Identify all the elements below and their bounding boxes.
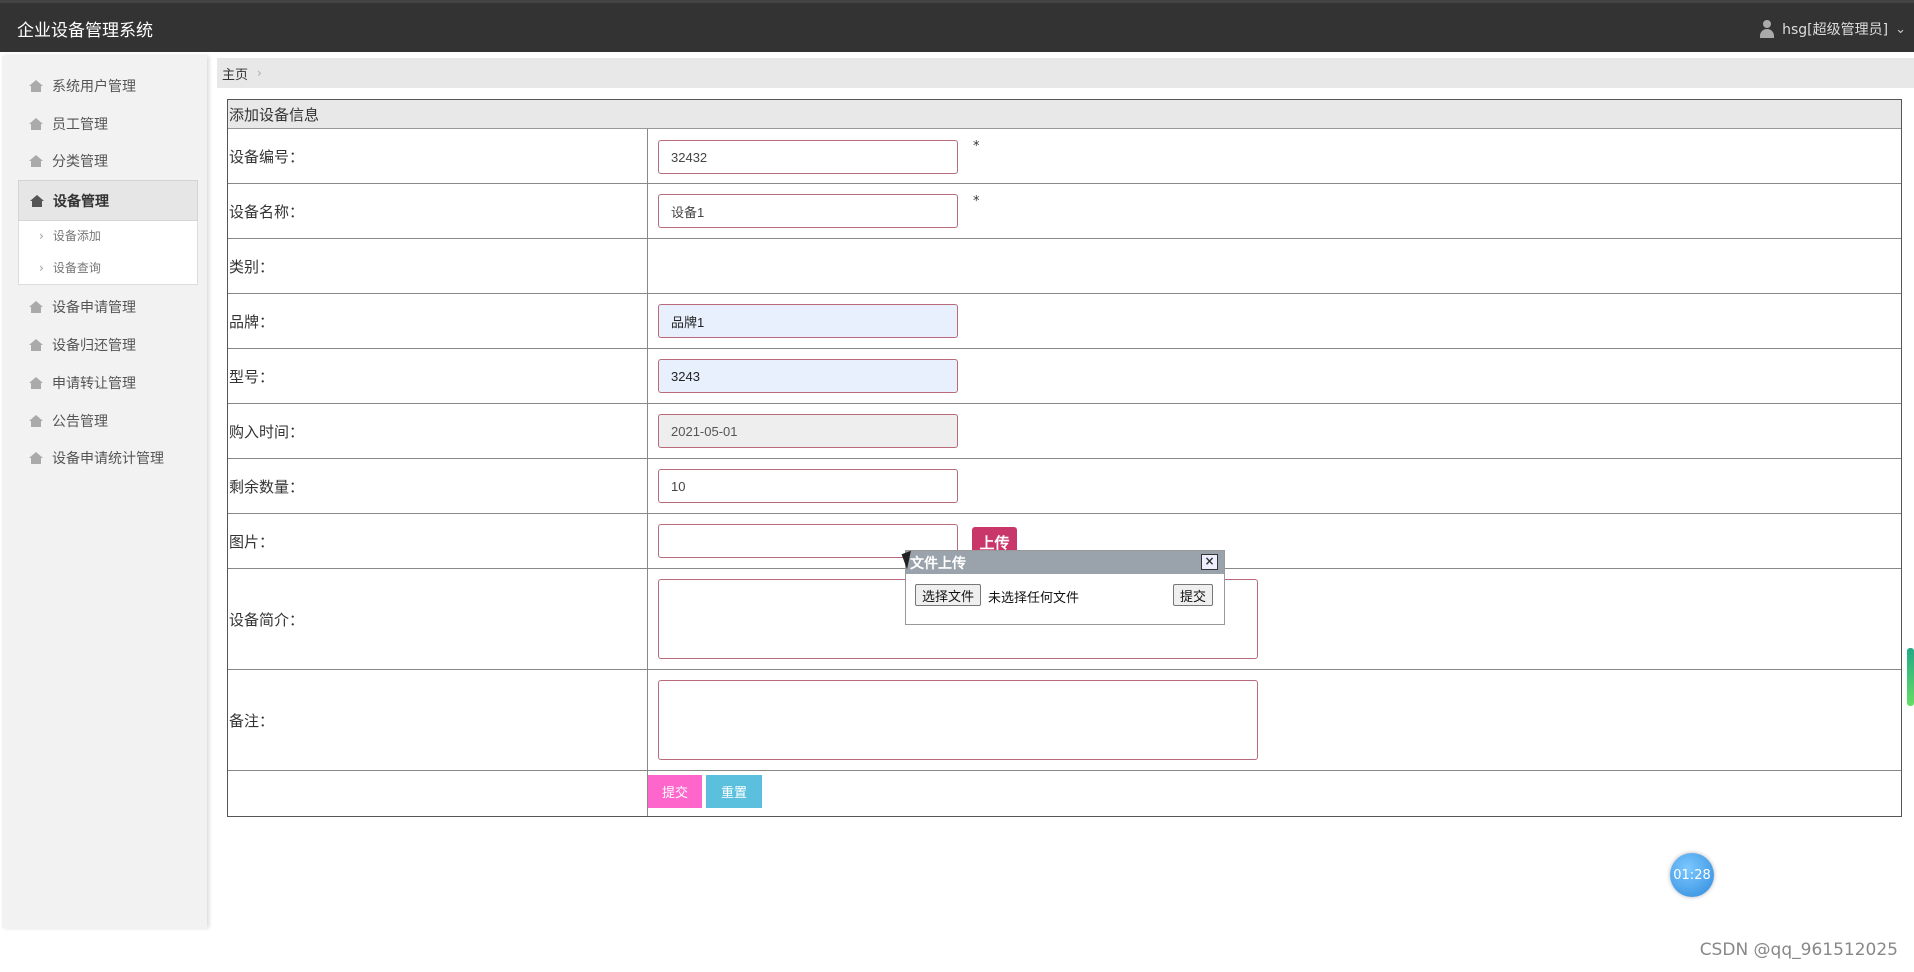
sidebar-item-label: 申请转让管理 <box>52 376 136 392</box>
dialog-submit-button[interactable]: 提交 <box>1173 584 1214 606</box>
form-row-brand: 品牌： <box>228 294 1901 349</box>
form-row-remark: 备注： <box>228 670 1901 771</box>
home-icon <box>29 415 43 427</box>
home-icon <box>30 194 44 207</box>
home-icon <box>29 339 43 351</box>
user-icon <box>1759 20 1775 38</box>
device-name-input[interactable] <box>658 194 958 228</box>
brand-input[interactable] <box>658 304 958 338</box>
submit-button[interactable]: 提交 <box>648 775 702 808</box>
device-no-input[interactable] <box>658 140 958 174</box>
field-label: 类别： <box>228 239 648 293</box>
chevron-right-icon: › <box>39 228 44 243</box>
devices-submenu: › 设备添加 › 设备查询 <box>18 221 198 285</box>
home-icon <box>29 80 43 92</box>
reset-button[interactable]: 重置 <box>706 775 762 808</box>
sidebar-item-system-users[interactable]: 系统用户管理 <box>18 68 198 104</box>
dialog-title-bar[interactable]: 文件上传 × <box>906 551 1224 574</box>
home-icon <box>29 155 43 167</box>
scrollbar[interactable] <box>1907 648 1914 706</box>
submenu-item-add-device[interactable]: › 设备添加 <box>39 227 101 244</box>
remaining-quantity-input[interactable] <box>658 469 958 503</box>
sidebar-item-label: 设备申请统计管理 <box>52 451 164 467</box>
sidebar-item-announcements[interactable]: 公告管理 <box>18 403 198 439</box>
sidebar-item-devices[interactable]: 设备管理 <box>18 180 198 221</box>
field-label: 设备简介： <box>228 569 648 669</box>
chevron-down-icon: ⌄ <box>1895 21 1906 37</box>
sidebar-item-label: 公告管理 <box>52 414 108 430</box>
sidebar-item-label: 员工管理 <box>52 117 108 133</box>
sidebar-item-label: 设备归还管理 <box>52 338 136 354</box>
sidebar-item-transfer-requests[interactable]: 申请转让管理 <box>18 365 198 401</box>
submenu-item-query-device[interactable]: › 设备查询 <box>39 259 101 276</box>
field-label: 品牌： <box>228 294 648 348</box>
sidebar-item-device-returns[interactable]: 设备归还管理 <box>18 327 198 363</box>
model-input[interactable] <box>658 359 958 393</box>
breadcrumb-home[interactable]: 主页 <box>222 64 248 83</box>
top-bar: 企业设备管理系统 hsg[超级管理员] ⌄ <box>0 0 1914 52</box>
home-icon <box>29 377 43 389</box>
submenu-item-label: 设备添加 <box>52 229 101 243</box>
form-row-remaining: 剩余数量： <box>228 459 1901 514</box>
field-label: 备注： <box>228 670 648 770</box>
field-label: 剩余数量： <box>228 459 648 513</box>
form-row-category: 类别： <box>228 239 1901 294</box>
purchase-date-input[interactable] <box>658 414 958 448</box>
app-title: 企业设备管理系统 <box>17 21 153 41</box>
field-label: 设备名称： <box>228 184 648 238</box>
sidebar-item-label: 分类管理 <box>52 154 108 170</box>
recording-timer[interactable]: 01:28 <box>1670 853 1714 897</box>
home-icon <box>29 118 43 130</box>
form-title: 添加设备信息 <box>228 100 1901 129</box>
field-label: 设备编号： <box>228 129 648 183</box>
watermark: CSDN @qq_961512025 <box>1699 940 1898 960</box>
sidebar-item-employees[interactable]: 员工管理 <box>18 106 198 142</box>
sidebar: 系统用户管理 员工管理 分类管理 设备管理 › 设备添加 › 设备查询 设备申请… <box>2 56 207 928</box>
file-status-label: 未选择任何文件 <box>988 591 1080 606</box>
breadcrumb: 主页 › <box>217 58 1914 88</box>
home-icon <box>29 301 43 313</box>
field-label: 图片： <box>228 514 648 568</box>
form-row-device-no: 设备编号： * <box>228 129 1901 184</box>
chevron-right-icon: › <box>39 260 44 275</box>
actions-spacer <box>228 771 648 816</box>
close-icon[interactable]: × <box>1201 554 1218 570</box>
field-label: 购入时间： <box>228 404 648 458</box>
sidebar-item-label: 设备申请管理 <box>52 300 136 316</box>
form-row-model: 型号： <box>228 349 1901 404</box>
sidebar-item-label: 设备管理 <box>53 193 109 210</box>
form-row-purchase-date: 购入时间： <box>228 404 1901 459</box>
user-menu[interactable]: hsg[超级管理员] ⌄ <box>1759 19 1906 39</box>
chevron-right-icon: › <box>257 66 262 80</box>
required-mark: * <box>973 194 980 209</box>
choose-file-button[interactable]: 选择文件 <box>915 584 982 606</box>
sidebar-item-categories[interactable]: 分类管理 <box>18 143 198 179</box>
dialog-title: 文件上传 <box>910 555 966 572</box>
form-row-actions: 提交 重置 <box>228 771 1901 816</box>
submenu-item-label: 设备查询 <box>52 261 101 275</box>
sidebar-item-request-stats[interactable]: 设备申请统计管理 <box>18 440 198 476</box>
category-field <box>648 239 1901 293</box>
home-icon <box>29 452 43 464</box>
file-upload-dialog: 文件上传 × 选择文件 未选择任何文件 提交 <box>905 550 1225 625</box>
user-label: hsg[超级管理员] <box>1782 22 1889 38</box>
add-device-form: 添加设备信息 设备编号： * 设备名称： * 类别： 品牌： 型号： 购入时间： <box>227 99 1902 817</box>
remark-textarea[interactable] <box>658 680 1258 760</box>
field-label: 型号： <box>228 349 648 403</box>
sidebar-item-label: 系统用户管理 <box>52 79 136 95</box>
required-mark: * <box>973 139 980 154</box>
form-row-device-name: 设备名称： * <box>228 184 1901 239</box>
sidebar-item-device-requests[interactable]: 设备申请管理 <box>18 289 198 325</box>
